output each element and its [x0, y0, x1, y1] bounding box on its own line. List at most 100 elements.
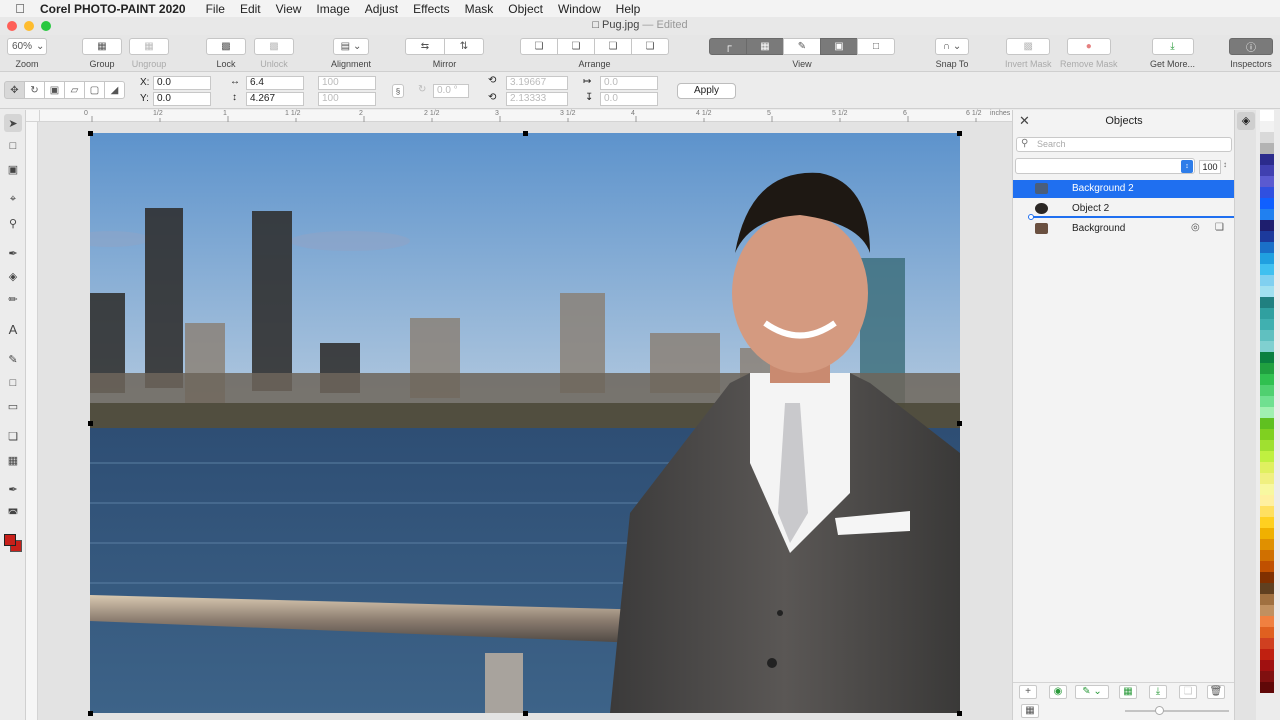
palette-swatch[interactable]	[1260, 517, 1274, 528]
palette-swatch[interactable]	[1260, 473, 1274, 484]
zoom-dropdown[interactable]: 60% ⌄	[7, 38, 47, 55]
palette-swatch[interactable]	[1260, 198, 1274, 209]
transform-distort-button[interactable]: ▢	[84, 81, 105, 99]
resize-handle-top-left[interactable]	[88, 131, 93, 136]
palette-swatch[interactable]	[1260, 352, 1274, 363]
eraser-tool[interactable]: ▭	[4, 397, 22, 415]
resize-handle-bottom-right[interactable]	[957, 711, 962, 716]
lock-button[interactable]: ▩	[206, 38, 246, 55]
duplicate-object-button[interactable]: ❏	[1179, 685, 1197, 699]
fill-pattern-tool[interactable]: ▦	[4, 451, 22, 469]
opacity-field[interactable]: 100	[1199, 160, 1221, 174]
palette-swatch[interactable]	[1260, 528, 1274, 539]
mirror-horizontal-button[interactable]: ⇆	[405, 38, 445, 55]
menu-window[interactable]: Window	[558, 2, 601, 16]
palette-swatch[interactable]	[1260, 484, 1274, 495]
palette-swatch[interactable]	[1260, 319, 1274, 330]
resize-handle-top-right[interactable]	[957, 131, 962, 136]
ungroup-button[interactable]: ▦	[129, 38, 169, 55]
redeye-tool[interactable]: ◈	[4, 267, 22, 285]
unlock-button[interactable]: ▩	[254, 38, 294, 55]
center-y-field[interactable]: 2.13333	[506, 92, 568, 106]
apple-icon[interactable]: 	[0, 1, 40, 16]
invert-mask-button[interactable]: ▩	[1006, 38, 1051, 55]
palette-swatch[interactable]	[1260, 275, 1274, 286]
inspectors-button[interactable]: ⓘ	[1229, 38, 1273, 55]
palette-swatch[interactable]	[1260, 605, 1274, 616]
x-position-field[interactable]: 0.0	[153, 76, 211, 90]
palette-swatch[interactable]	[1260, 110, 1274, 121]
palette-swatch[interactable]	[1260, 572, 1274, 583]
document-image[interactable]	[90, 133, 960, 713]
palette-swatch[interactable]	[1260, 264, 1274, 275]
palette-swatch[interactable]	[1260, 462, 1274, 473]
resize-handle-bottom[interactable]	[523, 711, 528, 716]
palette-swatch[interactable]	[1260, 297, 1274, 308]
pick-tool[interactable]: ➤	[4, 114, 22, 132]
menu-mask[interactable]: Mask	[465, 2, 494, 16]
view-grid-button[interactable]: ▦	[746, 38, 784, 55]
palette-swatch[interactable]	[1260, 649, 1274, 660]
palette-swatch[interactable]	[1260, 561, 1274, 572]
palette-swatch[interactable]	[1260, 396, 1274, 407]
y-position-field[interactable]: 0.0	[153, 92, 211, 106]
palette-swatch[interactable]	[1260, 231, 1274, 242]
palette-swatch[interactable]	[1260, 242, 1274, 253]
transform-rotate-button[interactable]: ↻	[24, 81, 45, 99]
palette-swatch[interactable]	[1260, 132, 1274, 143]
resize-handle-bottom-left[interactable]	[88, 711, 93, 716]
menu-edit[interactable]: Edit	[240, 2, 261, 16]
get-more-button[interactable]: ⤓	[1151, 38, 1194, 55]
layer-row[interactable]: Background 2	[1013, 180, 1235, 198]
palette-swatch[interactable]	[1260, 594, 1274, 605]
create-object-from-mask-button[interactable]: ▦	[1119, 685, 1137, 699]
menu-adjust[interactable]: Adjust	[365, 2, 398, 16]
apply-button[interactable]: Apply	[677, 83, 736, 99]
transform-perspective-button[interactable]: ◢	[104, 81, 125, 99]
palette-swatch[interactable]	[1260, 220, 1274, 231]
alignment-dropdown[interactable]: ▤ ⌄	[333, 38, 370, 55]
palette-swatch[interactable]	[1260, 286, 1274, 297]
width-field[interactable]: 6.4	[246, 76, 304, 90]
palette-swatch[interactable]	[1260, 308, 1274, 319]
delete-object-button[interactable]: 🗑	[1207, 685, 1225, 699]
ruler-origin[interactable]	[26, 110, 40, 122]
remove-mask-button[interactable]: ●	[1066, 38, 1111, 55]
menu-help[interactable]: Help	[616, 2, 641, 16]
palette-swatch[interactable]	[1260, 539, 1274, 550]
lock-object-icon[interactable]: ❏	[1215, 222, 1224, 233]
visibility-icon[interactable]: ◎	[1191, 222, 1200, 233]
lock-ratio-button[interactable]: §	[392, 84, 404, 98]
menu-effects[interactable]: Effects	[413, 2, 449, 16]
palette-swatch[interactable]	[1260, 253, 1274, 264]
palette-swatch[interactable]	[1260, 418, 1274, 429]
layers-docker-tab[interactable]: ◈	[1237, 112, 1255, 130]
foreground-color-swatch[interactable]	[4, 534, 16, 546]
layer-row[interactable]: Background ◎ ❏	[1013, 220, 1235, 238]
view-bounding-box-button[interactable]: □	[857, 38, 895, 55]
skew-horizontal-field[interactable]: 0.0	[600, 76, 658, 90]
menu-file[interactable]: File	[206, 2, 225, 16]
palette-swatch[interactable]	[1260, 660, 1274, 671]
menu-image[interactable]: Image	[316, 2, 349, 16]
transform-scale-button[interactable]: ▣	[44, 81, 65, 99]
resize-handle-right[interactable]	[957, 421, 962, 426]
palette-swatch[interactable]	[1260, 176, 1274, 187]
zoom-tool[interactable]: ⚲	[4, 214, 22, 232]
view-mask-marquee-button[interactable]: ▣	[820, 38, 858, 55]
mask-options-dropdown[interactable]: ✎ ⌄	[1075, 685, 1109, 699]
object-transparency-tool[interactable]: ❏	[4, 427, 22, 445]
thumbnail-size-slider-knob[interactable]	[1155, 706, 1164, 715]
chevron-updown-icon[interactable]: ↕	[1181, 160, 1193, 173]
palette-swatch[interactable]	[1260, 682, 1274, 693]
rectangle-mask-tool[interactable]: □	[4, 137, 22, 155]
palette-swatch[interactable]	[1260, 165, 1274, 176]
opacity-stepper[interactable]: ↕	[1223, 160, 1227, 169]
center-x-field[interactable]: 3.19667	[506, 76, 568, 90]
arrange-backward-button[interactable]: ❏	[594, 38, 632, 55]
mask-transform-tool[interactable]: ▣	[4, 160, 22, 178]
menu-view[interactable]: View	[276, 2, 302, 16]
palette-swatch[interactable]	[1260, 429, 1274, 440]
palette-swatch[interactable]	[1260, 385, 1274, 396]
combine-objects-button[interactable]: ⤓	[1149, 685, 1167, 699]
